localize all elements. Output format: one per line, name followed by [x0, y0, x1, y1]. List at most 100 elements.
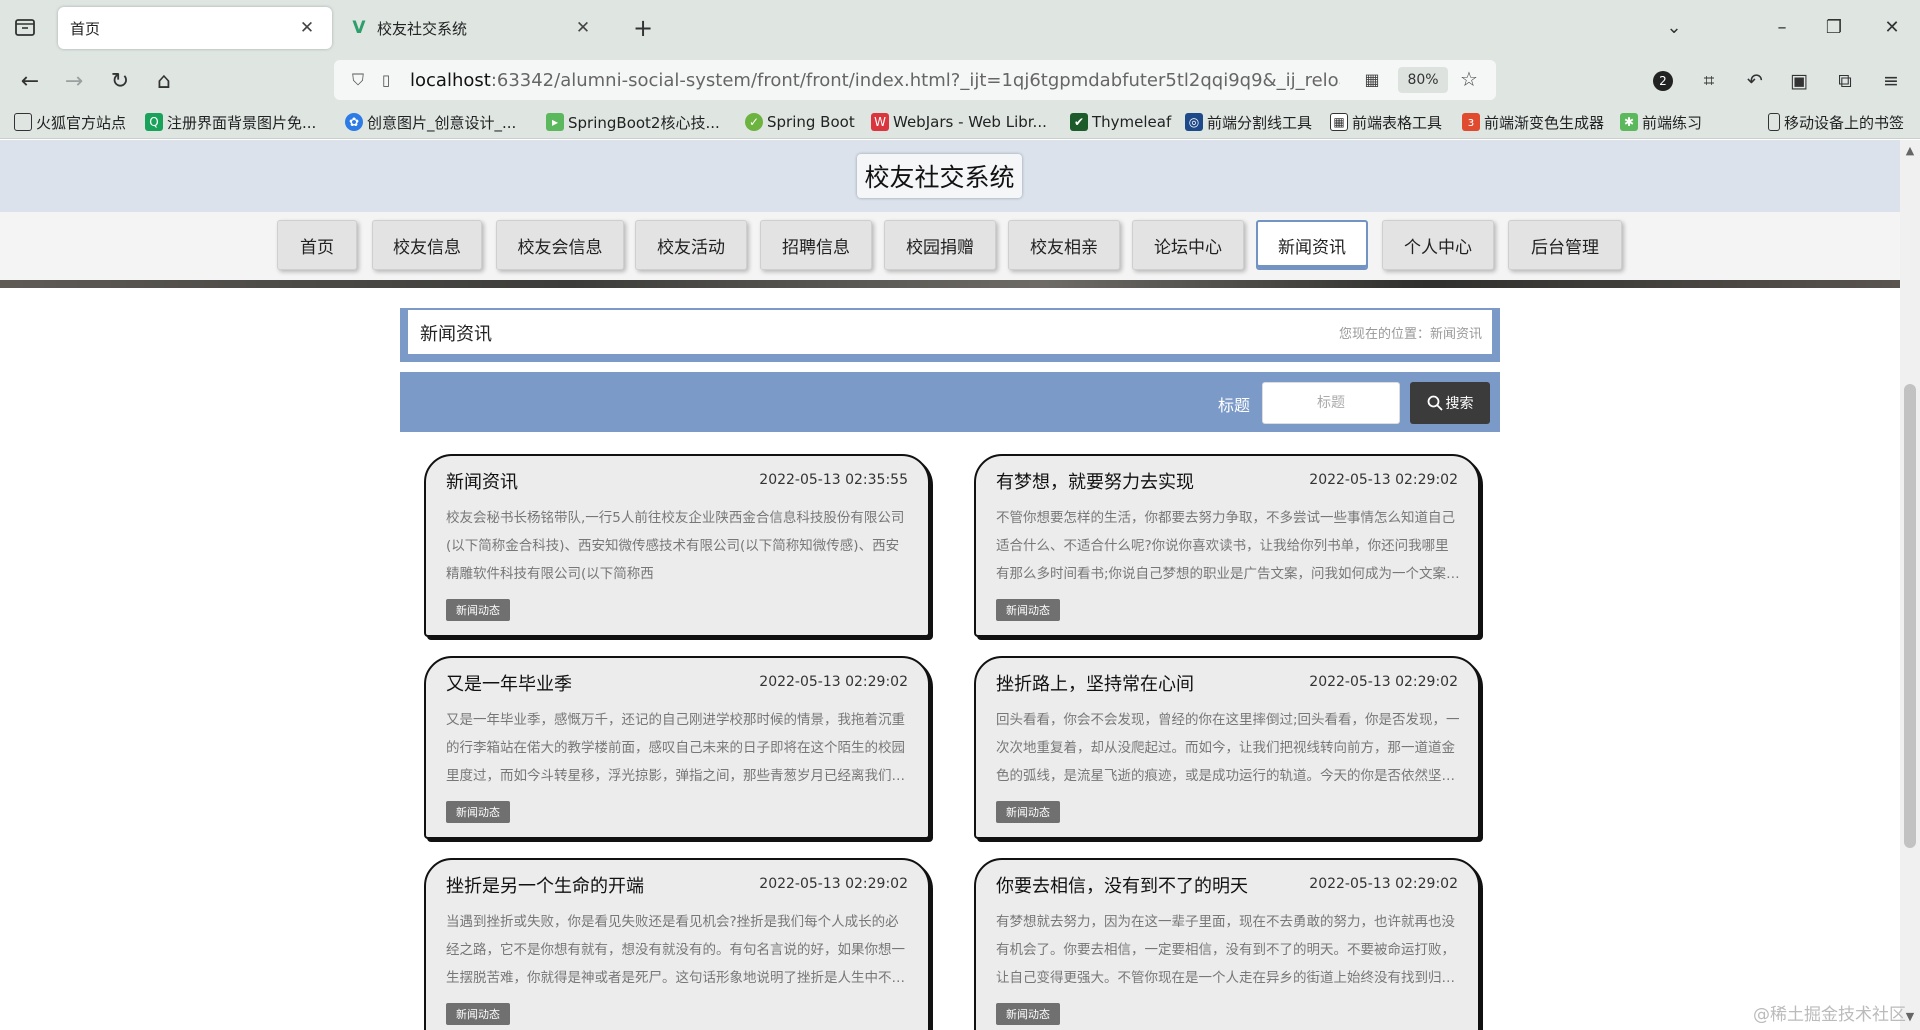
- news-tag[interactable]: 新闻动态: [996, 801, 1060, 823]
- thymeleaf-favicon-icon: ✔: [1070, 113, 1088, 131]
- news-card[interactable]: 挫折路上，坚持常在心间 2022-05-13 02:29:02 回头看看，你会不…: [974, 656, 1480, 839]
- bookmark-star-icon[interactable]: ☆: [1460, 67, 1478, 91]
- bookmark-item[interactable]: ▸ SpringBoot2核心技...: [546, 111, 720, 133]
- bookmark-item[interactable]: ✱ 前端练习: [1620, 111, 1702, 133]
- menu-item-personal-center[interactable]: 个人中心: [1382, 220, 1494, 270]
- tab-title: 首页: [70, 19, 101, 38]
- close-tab-icon[interactable]: ✕: [296, 17, 318, 39]
- news-summary: 有梦想就去努力，因为在这一辈子里面，现在不去勇敢的努力，也许就再也没有机会了。你…: [996, 914, 1455, 986]
- news-title[interactable]: 你要去相信，没有到不了的明天: [996, 872, 1248, 898]
- menu-item-forum[interactable]: 论坛中心: [1132, 220, 1244, 270]
- search-button[interactable]: 搜索: [1410, 382, 1490, 424]
- minimize-button[interactable]: –: [1762, 10, 1802, 44]
- menu-item-donation[interactable]: 校园捐赠: [884, 220, 996, 270]
- crop-icon[interactable]: ⌗: [1694, 66, 1724, 96]
- shield-icon[interactable]: ⛉: [344, 70, 372, 90]
- extension-badge-count: 2: [1653, 71, 1673, 91]
- site-header: 校友社交系统: [0, 140, 1900, 212]
- news-title[interactable]: 挫折是另一个生命的开端: [446, 872, 644, 898]
- address-bar[interactable]: ⛉ ▯ localhost:63342/alumni-social-system…: [334, 60, 1496, 100]
- reload-icon[interactable]: ↻: [104, 65, 136, 97]
- bookmark-item[interactable]: ✓ Spring Boot: [745, 111, 855, 133]
- menu-item-jobs[interactable]: 招聘信息: [760, 220, 872, 270]
- menu-item-dating[interactable]: 校友相亲: [1008, 220, 1120, 270]
- bookmark-favicon-icon: Q: [145, 113, 163, 131]
- bookmark-item[interactable]: W WebJars - Web Libr...: [871, 111, 1047, 133]
- news-title[interactable]: 有梦想，就要努力去实现: [996, 468, 1194, 494]
- table-favicon-icon: ▦: [1330, 113, 1348, 131]
- search-bar: 标题 搜索: [400, 372, 1500, 432]
- puzzle-icon[interactable]: ⧉: [1830, 66, 1860, 96]
- forward-arrow-icon[interactable]: →: [58, 65, 90, 97]
- bookmark-item[interactable]: ◎ 前端分割线工具: [1185, 111, 1312, 133]
- bookmark-item[interactable]: ɜ 前端渐变色生成器: [1462, 111, 1604, 133]
- bookmark-item[interactable]: ▦ 前端表格工具: [1330, 111, 1442, 133]
- news-title[interactable]: 挫折路上，坚持常在心间: [996, 670, 1194, 696]
- browser-tab-alumni[interactable]: V 校友社交系统 ✕: [338, 7, 608, 49]
- news-time: 2022-05-13 02:29:02: [759, 674, 908, 690]
- news-tag[interactable]: 新闻动态: [446, 801, 510, 823]
- folder-icon: [14, 113, 32, 131]
- back-arrow-icon[interactable]: ←: [14, 65, 46, 97]
- news-tag[interactable]: 新闻动态: [446, 599, 510, 621]
- mobile-bookmarks[interactable]: 移动设备上的书签: [1768, 111, 1904, 133]
- close-window-button[interactable]: ✕: [1872, 10, 1912, 44]
- bookmark-label: WebJars - Web Libr...: [893, 113, 1047, 131]
- news-card[interactable]: 有梦想，就要努力去实现 2022-05-13 02:29:02 不管你想要怎样的…: [974, 454, 1480, 637]
- page-scrollbar[interactable]: ▲ ▼: [1900, 140, 1920, 1030]
- news-card[interactable]: 挫折是另一个生命的开端 2022-05-13 02:29:02 当遇到挫折或失败…: [424, 858, 930, 1030]
- restore-button[interactable]: ❐: [1814, 10, 1854, 44]
- news-card[interactable]: 又是一年毕业季 2022-05-13 02:29:02 又是一年毕业季，感慨万千…: [424, 656, 930, 839]
- extension-icon[interactable]: ▣: [1784, 66, 1814, 96]
- tab-overflow-chevron-icon[interactable]: ⌄: [1654, 10, 1694, 44]
- bookmark-favicon-icon: W: [871, 113, 889, 131]
- browser-tab-home[interactable]: 首页 ✕: [58, 7, 332, 49]
- page-icon[interactable]: ▯: [372, 71, 400, 89]
- bookmark-item[interactable]: 火狐官方站点: [14, 111, 126, 133]
- home-icon[interactable]: ⌂: [148, 65, 180, 97]
- menu-item-alumni-info[interactable]: 校友信息: [372, 220, 482, 270]
- extension-badge-icon[interactable]: 2: [1648, 66, 1678, 96]
- news-tag[interactable]: 新闻动态: [996, 1003, 1060, 1025]
- qr-code-icon[interactable]: ▦: [1362, 70, 1382, 90]
- menu-item-activities[interactable]: 校友活动: [635, 220, 747, 270]
- bookmark-item[interactable]: Q 注册界面背景图片免...: [145, 111, 316, 133]
- scrollbar-thumb[interactable]: [1904, 384, 1916, 848]
- news-summary: 校友会秘书长杨铭带队,一行5人前往校友企业陕西金合信息科技股份有限公司(以下简称…: [446, 510, 905, 582]
- news-title[interactable]: 又是一年毕业季: [446, 670, 572, 696]
- bookmark-favicon-icon: ɜ: [1462, 113, 1480, 131]
- menu-item-admin[interactable]: 后台管理: [1508, 220, 1622, 270]
- undo-icon[interactable]: ↶: [1740, 66, 1770, 96]
- tab-list-icon[interactable]: [12, 14, 38, 40]
- bookmark-label: Thymeleaf: [1092, 113, 1172, 131]
- browser-tab-bar: 首页 ✕ V 校友社交系统 ✕ + ⌄ – ❐ ✕: [0, 0, 1920, 54]
- bookmark-favicon-icon: ✱: [1620, 113, 1638, 131]
- breadcrumb: 新闻资讯 您现在的位置：新闻资讯: [400, 308, 1500, 362]
- browser-toolbar: ← → ↻ ⌂ ⛉ ▯ localhost:63342/alumni-socia…: [0, 54, 1920, 105]
- news-title[interactable]: 新闻资讯: [446, 468, 518, 494]
- page-viewport: 校友社交系统 首页 校友信息 校友会信息 校友活动 招聘信息 校园捐赠 校友相亲…: [0, 140, 1900, 1030]
- bookmark-label: 前端分割线工具: [1207, 113, 1313, 132]
- news-summary: 不管你想要怎样的生活，你都要去努力争取，不多尝试一些事情怎么知道自己适合什么、不…: [996, 510, 1460, 582]
- scroll-up-icon[interactable]: ▲: [1904, 144, 1916, 158]
- bookmark-label: 创意图片_创意设计_...: [367, 113, 517, 132]
- close-tab-icon[interactable]: ✕: [572, 17, 594, 39]
- bookmark-item[interactable]: ✔ Thymeleaf: [1070, 111, 1171, 133]
- url-text[interactable]: localhost:63342/alumni-social-system/fro…: [410, 70, 1340, 91]
- menu-icon[interactable]: ≡: [1876, 66, 1906, 96]
- bookmark-item[interactable]: ✿ 创意图片_创意设计_...: [345, 111, 516, 133]
- spring-favicon-icon: ✓: [745, 113, 763, 131]
- news-tag[interactable]: 新闻动态: [446, 1003, 510, 1025]
- main-menu: 首页 校友信息 校友会信息 校友活动 招聘信息 校园捐赠 校友相亲 论坛中心 新…: [0, 212, 1900, 280]
- menu-item-association[interactable]: 校友会信息: [496, 220, 624, 270]
- page-title: 新闻资讯: [420, 324, 492, 345]
- menu-item-home[interactable]: 首页: [277, 220, 357, 270]
- news-time: 2022-05-13 02:29:02: [1309, 876, 1458, 892]
- menu-item-news[interactable]: 新闻资讯: [1256, 220, 1368, 270]
- news-card[interactable]: 新闻资讯 2022-05-13 02:35:55 校友会秘书长杨铭带队,一行5人…: [424, 454, 930, 637]
- news-card[interactable]: 你要去相信，没有到不了的明天 2022-05-13 02:29:02 有梦想就去…: [974, 858, 1480, 1030]
- search-input[interactable]: [1262, 382, 1400, 424]
- new-tab-button[interactable]: +: [628, 13, 658, 43]
- news-tag[interactable]: 新闻动态: [996, 599, 1060, 621]
- zoom-level[interactable]: 80%: [1398, 67, 1448, 93]
